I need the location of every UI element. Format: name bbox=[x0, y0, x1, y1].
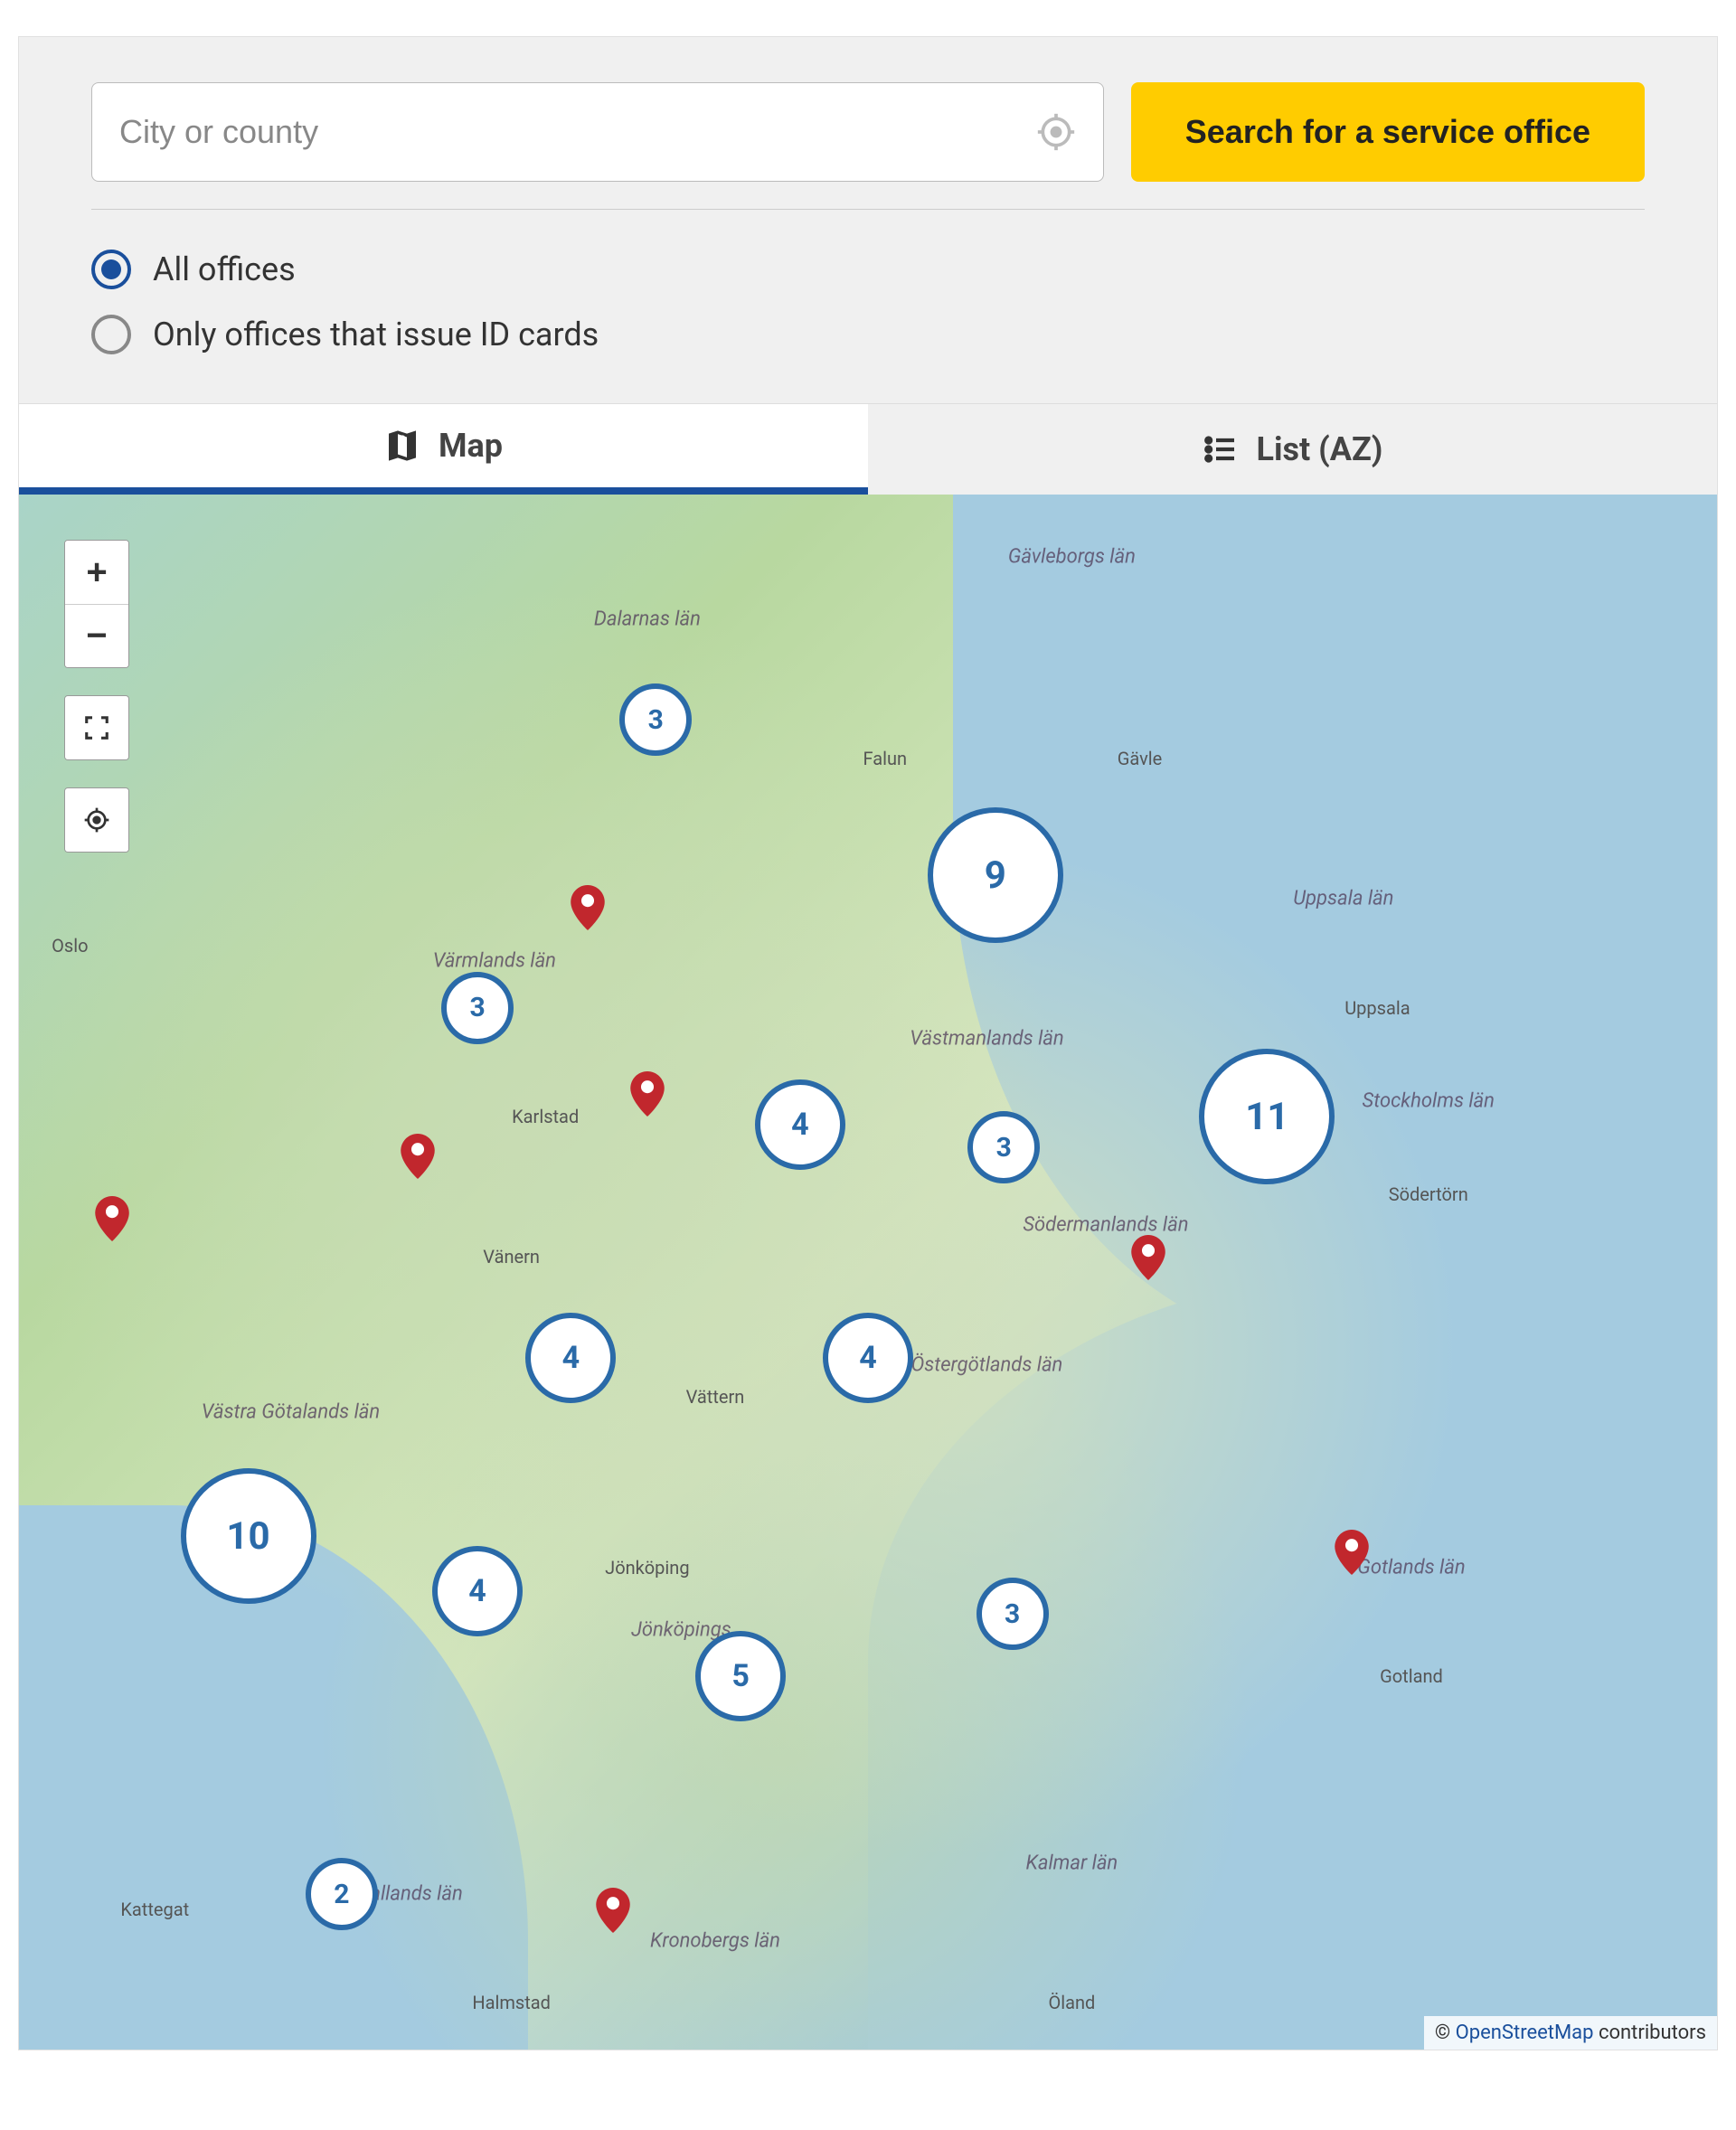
geolocate-button[interactable] bbox=[65, 788, 128, 852]
view-tabs: Map List (AZ) bbox=[19, 403, 1717, 495]
map-cluster[interactable]: 10 bbox=[181, 1468, 316, 1604]
map-cluster[interactable]: 2 bbox=[306, 1858, 378, 1930]
map-pin[interactable] bbox=[95, 1196, 129, 1241]
map-pin[interactable] bbox=[630, 1071, 665, 1117]
map-cluster[interactable]: 11 bbox=[1199, 1049, 1335, 1184]
divider bbox=[91, 209, 1645, 210]
tab-map[interactable]: Map bbox=[19, 404, 868, 495]
filter-label: All offices bbox=[153, 250, 296, 288]
list-icon bbox=[1203, 431, 1239, 467]
map-canvas[interactable]: Gävleborgs länDalarnas länFalunGävleUpps… bbox=[19, 495, 1717, 2050]
map-cluster[interactable]: 5 bbox=[695, 1631, 786, 1721]
filter-group: All offices Only offices that issue ID c… bbox=[19, 237, 1717, 403]
zoom-in-button[interactable]: + bbox=[65, 541, 128, 604]
filter-all-offices[interactable]: All offices bbox=[91, 237, 1645, 302]
tab-label: Map bbox=[439, 427, 503, 465]
search-input-container bbox=[91, 82, 1104, 182]
tab-list[interactable]: List (AZ) bbox=[868, 404, 1717, 495]
zoom-out-button[interactable]: − bbox=[65, 604, 128, 667]
map-pin[interactable] bbox=[401, 1134, 435, 1179]
zoom-controls: + − bbox=[64, 540, 129, 668]
search-button[interactable]: Search for a service office bbox=[1131, 82, 1645, 182]
filter-label: Only offices that issue ID cards bbox=[153, 316, 599, 353]
map-icon bbox=[384, 428, 420, 464]
map-pin[interactable] bbox=[1335, 1530, 1369, 1575]
radio-checked-icon bbox=[91, 250, 131, 289]
locate-icon[interactable] bbox=[1036, 112, 1076, 152]
tab-label: List (AZ) bbox=[1257, 430, 1383, 468]
search-input[interactable] bbox=[119, 113, 1036, 151]
map-cluster[interactable]: 4 bbox=[432, 1546, 523, 1636]
fullscreen-button[interactable] bbox=[65, 696, 128, 759]
search-row: Search for a service office bbox=[19, 37, 1717, 209]
map-pin[interactable] bbox=[596, 1888, 630, 1933]
map-controls: + − bbox=[64, 540, 129, 853]
service-office-finder: Search for a service office All offices … bbox=[18, 36, 1718, 2050]
map-cluster[interactable]: 3 bbox=[967, 1111, 1040, 1183]
map-pin[interactable] bbox=[571, 885, 605, 930]
map-cluster[interactable]: 3 bbox=[441, 972, 514, 1044]
map-cluster[interactable]: 4 bbox=[755, 1079, 845, 1170]
map-cluster[interactable]: 4 bbox=[525, 1313, 616, 1403]
map-cluster[interactable]: 3 bbox=[976, 1578, 1049, 1650]
map-cluster[interactable]: 3 bbox=[619, 683, 692, 756]
map-cluster[interactable]: 9 bbox=[928, 807, 1063, 943]
map-attribution: © OpenStreetMap contributors bbox=[1424, 2016, 1717, 2050]
osm-link[interactable]: OpenStreetMap bbox=[1456, 2022, 1594, 2044]
filter-id-card-offices[interactable]: Only offices that issue ID cards bbox=[91, 302, 1645, 367]
map-cluster[interactable]: 4 bbox=[823, 1313, 913, 1403]
map-pin[interactable] bbox=[1131, 1235, 1165, 1280]
radio-unchecked-icon bbox=[91, 315, 131, 354]
